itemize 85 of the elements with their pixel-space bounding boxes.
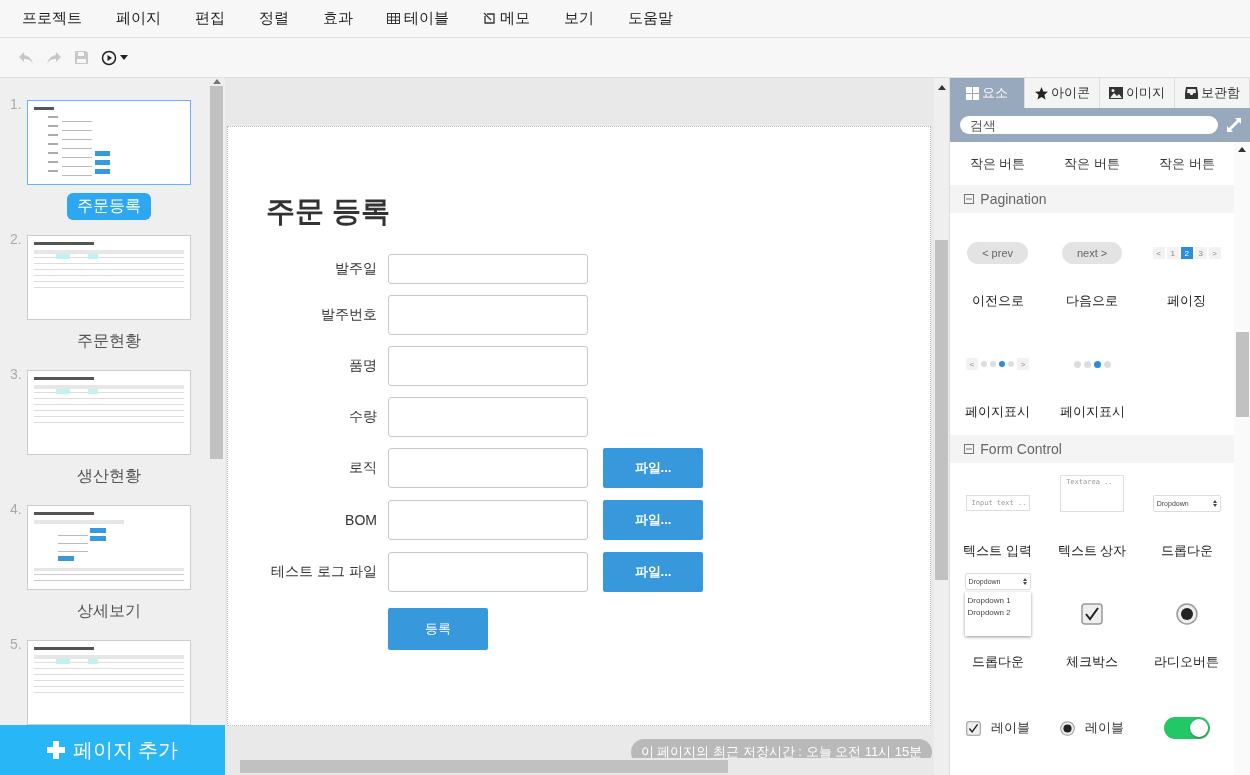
field-label: 테스트 로그 파일 [270, 563, 378, 581]
play-icon[interactable] [101, 49, 117, 66]
component-label[interactable]: 페이징 [1167, 292, 1207, 310]
component-label[interactable]: 라디오버튼 [1154, 653, 1220, 671]
page-number: 3. [10, 366, 22, 382]
page-number: > [1208, 247, 1221, 259]
field-label: 품명 [348, 357, 378, 375]
image-icon [1109, 87, 1124, 99]
field-label: 발주번호 [320, 306, 378, 324]
component-label[interactable]: 텍스트 상자 [1057, 542, 1127, 560]
page-number: 1. [10, 96, 22, 112]
menu-item[interactable]: 보기 [564, 9, 594, 28]
input-field[interactable] [388, 448, 588, 488]
field-label: BOM [344, 512, 378, 528]
scroll-up-icon[interactable] [937, 84, 946, 90]
pill-button[interactable]: < prev [967, 242, 1028, 264]
input-field[interactable] [388, 346, 588, 386]
scrollbar-thumb[interactable] [210, 86, 223, 459]
expand-icon[interactable] [1226, 117, 1242, 133]
page-number: 4. [10, 501, 22, 517]
page-title[interactable]: 주문현황 [67, 328, 151, 355]
input-field[interactable] [388, 500, 588, 540]
page-number: 5. [10, 636, 22, 652]
field-label: 로직 [348, 459, 378, 477]
field-label: 발주일 [334, 260, 378, 278]
page-thumbnail[interactable] [27, 100, 191, 185]
sort-arrows-icon [1212, 499, 1217, 507]
table-icon [387, 13, 400, 24]
section-header[interactable]: Pagination [950, 185, 1234, 213]
play-dropdown[interactable] [101, 49, 128, 66]
checkbox-label: 레이블 [990, 719, 1030, 737]
component-label[interactable]: 텍스트 입력 [963, 542, 1032, 560]
page-number: < [1152, 247, 1165, 259]
memo-icon [483, 12, 496, 25]
component-label[interactable]: 작은 버튼 [969, 155, 1026, 171]
field-label: 수량 [348, 408, 378, 426]
page-thumbnail[interactable] [27, 505, 191, 590]
menu-item[interactable]: 테이블 [404, 9, 449, 28]
sort-arrows-icon [1022, 577, 1027, 585]
input-field[interactable] [388, 254, 588, 284]
input-field[interactable] [388, 295, 588, 335]
component-label[interactable]: 페이지표시 [965, 403, 1031, 421]
page-number: 1 [1166, 247, 1179, 259]
input-field[interactable] [388, 397, 588, 437]
scrollbar-thumb[interactable] [240, 760, 728, 773]
menu-item[interactable]: 프로젝트 [22, 9, 82, 28]
input-field[interactable] [388, 552, 588, 592]
component-label[interactable]: 이전으로 [971, 292, 1024, 310]
section-header[interactable]: Form Control [950, 435, 1234, 463]
search-field[interactable]: 검색 [960, 116, 1218, 134]
menu-item[interactable]: 정렬 [259, 9, 289, 28]
menu-item[interactable]: 도움말 [628, 9, 673, 28]
inbox-icon [1184, 87, 1198, 99]
page-title[interactable]: 생산현황 [67, 463, 151, 490]
page-number: 2. [10, 231, 22, 247]
page-thumbnail[interactable] [27, 235, 191, 320]
plus-icon [46, 741, 65, 759]
component-label[interactable]: 페이지표시 [1059, 403, 1125, 421]
scrollbar-thumb[interactable] [1235, 332, 1249, 417]
menu-item[interactable]: 페이지 [116, 9, 161, 28]
menu-item[interactable]: 효과 [323, 9, 353, 28]
caret-icon[interactable] [120, 55, 128, 60]
star-icon [1034, 86, 1048, 100]
page-title[interactable]: 상세보기 [67, 598, 151, 625]
page-number: 3 [1194, 247, 1207, 259]
pill-button[interactable]: next > [1062, 242, 1123, 264]
menu-item[interactable]: 메모 [500, 9, 530, 28]
component-label[interactable]: 체크박스 [1066, 653, 1119, 671]
scrollbar-thumb[interactable] [935, 240, 949, 580]
dropdown-list: Dropdown 1 Dropdown 2 [964, 591, 1031, 636]
grid-icon [966, 86, 980, 100]
radio-label: 레이블 [1085, 719, 1125, 737]
collapse-icon[interactable] [964, 194, 975, 204]
component-label[interactable]: 다음으로 [1066, 292, 1119, 310]
collapse-icon[interactable] [964, 444, 975, 454]
page-thumbnail[interactable] [27, 370, 191, 455]
form-title: 주문 등록 [266, 194, 392, 229]
page-number: 2 [1180, 247, 1193, 259]
menu-item[interactable]: 편집 [195, 9, 225, 28]
component-label[interactable]: 드롭다운 [971, 653, 1024, 671]
scroll-up-icon[interactable] [1238, 146, 1246, 152]
component-label[interactable]: 드롭다운 [1160, 542, 1213, 560]
component-label[interactable]: 작은 버튼 [1064, 155, 1120, 171]
page-thumbnail[interactable] [27, 640, 191, 725]
component-label[interactable]: 작은 버튼 [1158, 155, 1215, 171]
